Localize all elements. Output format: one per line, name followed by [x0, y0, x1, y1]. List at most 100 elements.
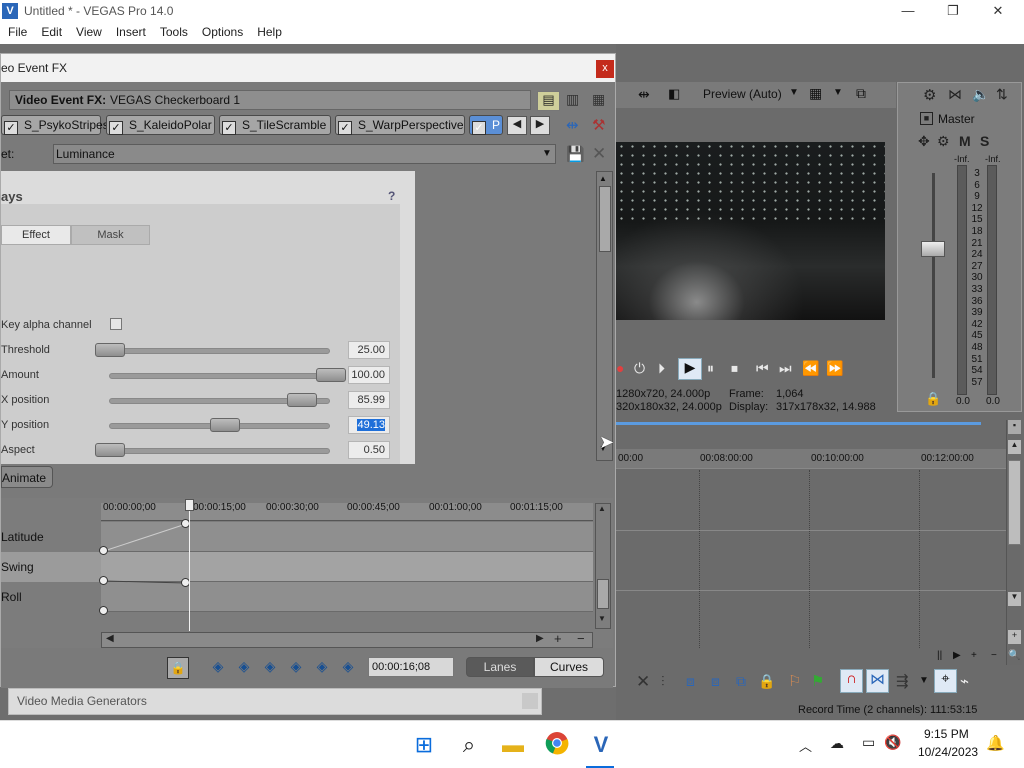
record-icon[interactable]: ● [616, 360, 624, 376]
tab-mask[interactable]: Mask [71, 225, 150, 245]
grid-icon[interactable]: ▦ [809, 85, 822, 102]
curves-button[interactable]: Curves [534, 657, 604, 677]
checkbox-icon[interactable]: ✓ [222, 121, 236, 135]
fx-gear-icon[interactable]: ⚙ [937, 133, 950, 150]
scroll-right-icon[interactable]: ▶ [536, 633, 544, 644]
param-value-field[interactable]: 0.50 [348, 441, 390, 459]
sync-cursor-icon[interactable]: 🔒 [167, 657, 189, 679]
chevron-down-icon[interactable]: ▼ [833, 87, 843, 98]
go-to-end-icon[interactable]: ⏭ [779, 360, 792, 377]
kf-hscrollbar[interactable]: ◀ ▶ + − [101, 631, 593, 648]
scroll-thumb[interactable] [597, 579, 609, 609]
trim-end-icon[interactable]: ⧈ [711, 673, 720, 690]
checkbox-icon[interactable]: ✓ [338, 121, 352, 135]
param-slider-thumb[interactable] [316, 368, 346, 382]
add-keyframe-icon[interactable]: ◈ [314, 659, 330, 675]
param-slider-thumb[interactable] [95, 443, 125, 457]
auto-crossfade-icon[interactable]: ⋈ [866, 669, 889, 693]
master-toggle-icon[interactable]: ■ [920, 112, 933, 125]
scroll-up-icon[interactable]: ▲ [599, 174, 607, 183]
param-value-field[interactable]: 85.99 [348, 391, 390, 409]
kf-playhead[interactable] [189, 501, 190, 631]
edit-tool-icon[interactable]: ⌖ [934, 669, 957, 693]
gear-icon[interactable]: ⚙ [923, 86, 936, 104]
insert-plugin-icon[interactable]: ⇹ [566, 116, 579, 134]
param-slider-thumb[interactable] [210, 418, 241, 432]
timeline-scrollbar[interactable]: ▪ ▲ ▼ + [1006, 420, 1022, 665]
split-icon[interactable]: ⧉ [736, 673, 746, 690]
chrome-icon[interactable] [543, 731, 571, 759]
marker-icon[interactable]: ▪ [1008, 420, 1021, 434]
cursor-time-field[interactable]: 00:00:16;08 [368, 657, 454, 677]
scroll-up-icon[interactable]: ▲ [1008, 440, 1021, 454]
zoom-in-icon[interactable]: + [971, 650, 977, 661]
windows-start-icon[interactable]: ⊞ [410, 731, 438, 759]
menu-insert[interactable]: Insert [109, 22, 153, 39]
list-view-icon[interactable]: ▤ [537, 91, 560, 111]
dialog-close-button[interactable]: x [596, 60, 614, 78]
mute-button[interactable]: M [959, 133, 971, 149]
lock-icon[interactable]: 🔒 [758, 673, 775, 690]
trim-start-icon[interactable]: ⧈ [686, 673, 695, 690]
trim-icon[interactable]: ⫶ [661, 673, 665, 690]
keyframe-marker[interactable] [99, 576, 108, 585]
keyframe-marker[interactable] [99, 606, 108, 615]
restore-button[interactable]: ❐ [930, 2, 976, 20]
checkbox-icon[interactable]: ✓ [4, 121, 18, 135]
fx-chain-item[interactable]: ✓ S_KaleidoPolar [106, 115, 215, 135]
vegas-taskbar-icon[interactable]: V [587, 731, 615, 759]
play-from-start-icon[interactable]: ⏵ [658, 360, 665, 377]
delete-preset-icon[interactable]: ✕ [592, 144, 606, 164]
panel-close-icon[interactable] [522, 693, 538, 709]
keyframe-marker[interactable] [99, 546, 108, 555]
previous-frame-icon[interactable]: ⏪ [802, 360, 819, 377]
delete-icon[interactable]: ✕ [636, 672, 650, 692]
go-to-start-icon[interactable]: ⏮ [756, 360, 769, 377]
notification-bell-icon[interactable]: 🔔 [986, 734, 1005, 752]
clock-date[interactable]: 10/24/2023 [918, 745, 978, 759]
delete-keyframe-icon[interactable]: ◈ [340, 659, 356, 675]
menu-help[interactable]: Help [250, 22, 289, 39]
scroll-thumb[interactable] [599, 186, 611, 252]
close-button[interactable]: ✕ [975, 2, 1021, 20]
menu-edit[interactable]: Edit [34, 22, 69, 39]
preview-quality-dropdown[interactable]: Preview (Auto) [703, 87, 782, 101]
split-screen-icon[interactable]: ⇹ [638, 86, 650, 103]
param-slider-track[interactable] [96, 448, 330, 454]
animate-button[interactable]: Animate [1, 466, 53, 488]
lock-icon[interactable]: 🔒 [925, 391, 941, 407]
scroll-down-icon[interactable]: ▼ [1008, 592, 1021, 606]
params-scrollbar[interactable]: ▲ ▼ [596, 171, 613, 461]
speaker-icon[interactable]: 🔈 [972, 86, 989, 103]
zoom-in-icon[interactable]: + [1008, 630, 1021, 644]
network-icon[interactable]: ☁ [830, 735, 844, 752]
checkbox-icon[interactable]: ✓ [472, 121, 486, 135]
downmix-icon[interactable]: ⋈ [948, 86, 962, 103]
menu-options[interactable]: Options [195, 22, 250, 39]
last-keyframe-icon[interactable]: ◈ [288, 659, 304, 675]
next-keyframe-icon[interactable]: ◈ [262, 659, 278, 675]
kf-vscrollbar[interactable]: ▲ ▼ [595, 503, 611, 629]
param-slider-track[interactable] [96, 348, 330, 354]
clock-time[interactable]: 9:15 PM [924, 727, 969, 741]
scroll-up-icon[interactable]: ▲ [598, 504, 606, 513]
kf-playhead-handle[interactable] [185, 499, 194, 511]
scroll-left-icon[interactable]: ◀ [106, 633, 114, 644]
chevron-up-icon[interactable]: ︿ [799, 736, 812, 755]
stop-icon[interactable]: ⏹ [731, 360, 738, 377]
play-button[interactable]: ▶ [678, 358, 702, 380]
pan-icon[interactable]: ✥ [918, 133, 930, 150]
dim-icon[interactable]: ⇅ [996, 86, 1008, 103]
snap-icon[interactable]: ∩ [840, 669, 863, 693]
preset-dropdown[interactable]: Luminance ▼ [53, 144, 556, 164]
display-icon[interactable]: ▭ [862, 734, 875, 751]
chevron-down-icon[interactable]: ▼ [789, 87, 799, 98]
overlays-icon[interactable]: ◧ [668, 86, 680, 102]
menu-file[interactable]: File [0, 22, 34, 39]
minimize-button[interactable]: — [885, 2, 931, 20]
chain-prev-icon[interactable]: ◀ [507, 116, 527, 135]
tab-effect[interactable]: Effect [1, 225, 71, 245]
param-slider-thumb[interactable] [287, 393, 318, 407]
file-explorer-icon[interactable]: ▬ [499, 731, 527, 759]
scroll-right-icon[interactable]: || [937, 650, 942, 661]
